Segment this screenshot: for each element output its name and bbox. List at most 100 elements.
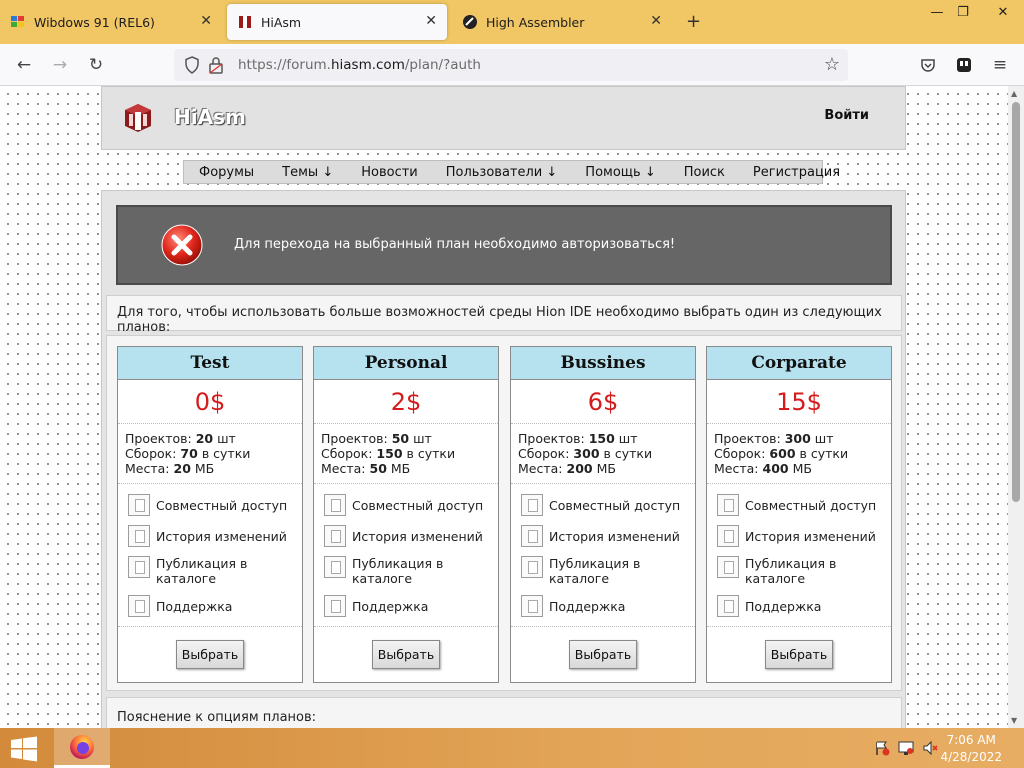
stat-label: Сборок: — [714, 446, 766, 461]
firefox-taskbar-icon[interactable] — [54, 728, 110, 768]
stat-label: Проектов: — [321, 431, 388, 446]
close-window-icon[interactable]: ✕ — [988, 2, 1018, 22]
page-scrollbar[interactable]: ▲ ▼ — [1008, 86, 1024, 728]
feature-image-icon — [521, 595, 543, 617]
feature-image-icon — [717, 525, 739, 547]
feature-image-icon — [521, 494, 543, 516]
feature-label: История изменений — [352, 529, 483, 544]
tab-label: HiAsm — [261, 14, 302, 30]
menu-forums[interactable]: Форумы — [199, 165, 254, 180]
stat-label: Сборок: — [518, 446, 570, 461]
plan-features: Совместный доступ История изменений Публ… — [511, 484, 695, 627]
feature-image-icon — [324, 595, 346, 617]
stat-label: Места: — [125, 461, 170, 476]
high-assembler-favicon-icon — [462, 14, 478, 30]
taskbar: 7:06 AM 4/28/2022 — [0, 728, 1024, 768]
plan-feature: Публикация в каталоге — [118, 556, 302, 586]
forward-icon[interactable]: → — [48, 53, 72, 77]
close-tab-icon[interactable]: ✕ — [200, 13, 212, 29]
new-tab-icon[interactable]: + — [686, 11, 701, 32]
plan-feature: Совместный доступ — [118, 494, 302, 516]
plan-name: Personal — [314, 347, 498, 380]
menu-help[interactable]: Помощь ↓ — [585, 165, 655, 180]
stat-value: 300 — [784, 431, 811, 446]
stat-label: Сборок: — [125, 446, 177, 461]
plan-features: Совместный доступ История изменений Публ… — [314, 484, 498, 627]
feature-label: История изменений — [549, 529, 680, 544]
feature-label: Поддержка — [156, 599, 233, 614]
flag-tray-icon[interactable] — [874, 740, 890, 756]
feature-image-icon — [128, 556, 150, 578]
lock-icon[interactable] — [208, 56, 224, 78]
stat-unit: шт — [413, 431, 432, 446]
main-content: Для перехода на выбранный план необходим… — [101, 190, 906, 728]
hiasm-logo-icon[interactable] — [124, 103, 152, 133]
menu-hamburger-icon[interactable]: ≡ — [988, 53, 1012, 77]
pocket-icon[interactable] — [916, 53, 940, 77]
menu-search[interactable]: Поиск — [684, 165, 725, 180]
plan-feature: История изменений — [511, 525, 695, 547]
stat-value: 50 — [391, 431, 410, 446]
login-link[interactable]: Войти — [824, 108, 869, 123]
plan-price: 0$ — [118, 380, 302, 424]
notes-title: Пояснение к опциям планов: — [117, 710, 317, 725]
shield-icon[interactable] — [184, 56, 200, 78]
stat-value: 400 — [762, 461, 789, 476]
plan-feature: Совместный доступ — [314, 494, 498, 516]
feature-label: Совместный доступ — [156, 498, 288, 513]
wibdows-favicon-icon — [10, 14, 26, 30]
plan-price: 2$ — [314, 380, 498, 424]
plan-feature: Публикация в каталоге — [707, 556, 891, 586]
windows-start-icon[interactable] — [10, 736, 38, 762]
plan-name: Test — [118, 347, 302, 380]
url-domain: hiasm.com — [330, 57, 405, 73]
volume-muted-icon[interactable] — [922, 740, 938, 756]
network-tray-icon[interactable] — [898, 740, 914, 756]
plan-feature: Поддержка — [511, 595, 695, 617]
feature-label: История изменений — [156, 529, 287, 544]
error-icon — [160, 223, 204, 267]
scroll-thumb[interactable] — [1012, 102, 1020, 502]
url-text[interactable]: https://forum.hiasm.com/plan/?auth — [238, 57, 481, 73]
tab-wibdows[interactable]: Wibdows 91 (REL6) ✕ — [0, 4, 222, 40]
close-tab-icon[interactable]: ✕ — [650, 13, 662, 29]
extension-icon[interactable] — [952, 53, 976, 77]
menu-register[interactable]: Регистрация — [753, 165, 840, 180]
stat-space: Места: 200 МБ — [518, 461, 695, 476]
plan-stats: Проектов: 50 шт Сборок: 150 в сутки Мест… — [314, 424, 498, 484]
stat-value: 150 — [588, 431, 615, 446]
back-icon[interactable]: ← — [12, 53, 36, 77]
tab-high-assembler[interactable]: High Assembler ✕ — [452, 4, 672, 40]
bookmark-star-icon[interactable]: ☆ — [824, 54, 840, 75]
system-clock[interactable]: 7:06 AM 4/28/2022 — [940, 732, 1002, 766]
menu-topics[interactable]: Темы ↓ — [282, 165, 333, 180]
scroll-down-icon[interactable]: ▼ — [1011, 716, 1017, 725]
restore-icon[interactable]: ❐ — [948, 2, 978, 22]
choose-plan-button[interactable]: Выбрать — [176, 639, 244, 669]
menu-users[interactable]: Пользователи ↓ — [446, 165, 558, 180]
tab-hiasm[interactable]: HiAsm ✕ — [227, 4, 447, 40]
scroll-up-icon[interactable]: ▲ — [1011, 89, 1017, 98]
address-bar[interactable]: https://forum.hiasm.com/plan/?auth ☆ — [174, 49, 848, 81]
close-tab-icon[interactable]: ✕ — [425, 13, 437, 29]
plan-feature: Публикация в каталоге — [511, 556, 695, 586]
choose-plan-button[interactable]: Выбрать — [569, 639, 637, 669]
feature-label: Публикация в каталоге — [745, 556, 837, 586]
plan-stats: Проектов: 300 шт Сборок: 600 в сутки Мес… — [707, 424, 891, 484]
plan-feature: История изменений — [118, 525, 302, 547]
web-page: HiAsm Войти Форумы Темы ↓ Новости Пользо… — [0, 86, 1008, 728]
stat-unit: в сутки — [406, 446, 456, 461]
menu-news[interactable]: Новости — [361, 165, 418, 180]
stat-builds: Сборок: 300 в сутки — [518, 446, 695, 461]
feature-label: Публикация в каталоге — [352, 556, 444, 586]
reload-icon[interactable]: ↻ — [84, 53, 108, 77]
choose-plan-button[interactable]: Выбрать — [372, 639, 440, 669]
url-prefix: https://forum. — [238, 57, 331, 73]
site-title[interactable]: HiAsm — [174, 105, 246, 129]
choose-plan-button[interactable]: Выбрать — [765, 639, 833, 669]
plan-feature: Совместный доступ — [707, 494, 891, 516]
clock-time: 7:06 AM — [946, 733, 996, 747]
plan-card: Bussines 6$ Проектов: 150 шт Сборок: 300… — [510, 346, 696, 683]
stat-label: Проектов: — [125, 431, 192, 446]
feature-image-icon — [324, 556, 346, 578]
